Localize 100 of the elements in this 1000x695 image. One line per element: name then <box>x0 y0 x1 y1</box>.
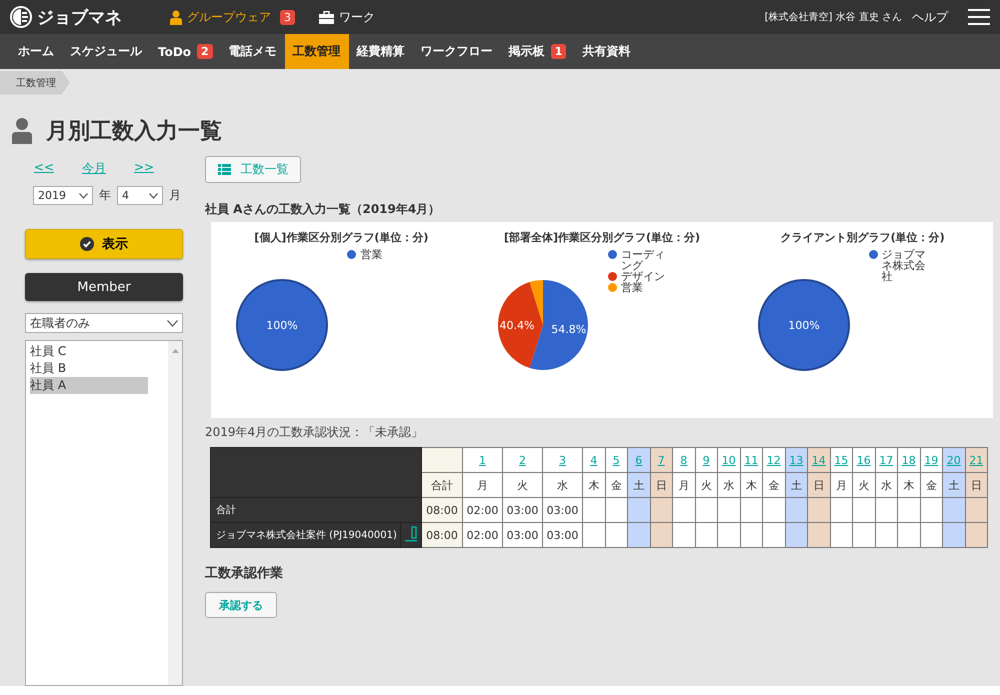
nav-tab[interactable]: スケジュール <box>62 34 150 69</box>
row-header: ジョブマネ株式会社案件 (PJ19040001) <box>210 522 400 548</box>
table-cell <box>740 498 762 522</box>
day-link[interactable]: 7 <box>658 454 665 466</box>
weekday-header: 木 <box>582 472 605 498</box>
legend-label: コーディング <box>621 249 666 271</box>
member-list[interactable]: 社員 C 社員 B 社員 A <box>25 340 183 686</box>
nav-tab[interactable]: ToDo 2 <box>150 34 221 69</box>
table-cell <box>628 498 650 522</box>
table-cell: 03:00 <box>542 498 582 522</box>
table-cell: 02:00 <box>462 522 502 548</box>
work-hours-list-button[interactable]: 工数一覧 <box>205 156 301 183</box>
column-header: 合計 <box>422 472 462 498</box>
approval-heading: 工数承認作業 <box>205 565 283 582</box>
day-link[interactable]: 5 <box>612 454 620 466</box>
weekday-header: 土 <box>785 472 808 498</box>
weekday-header: 水 <box>875 472 898 498</box>
weekday-header: 日 <box>808 472 830 498</box>
chevron-down-icon <box>79 192 88 198</box>
groupware-link[interactable]: グループウェア <box>187 8 271 26</box>
table-cell <box>852 522 875 548</box>
edit-icon[interactable] <box>404 526 418 542</box>
day-link[interactable]: 3 <box>559 454 566 466</box>
weekday-header: 水 <box>542 472 582 498</box>
table-cell: 03:00 <box>502 522 542 548</box>
table-cell <box>965 522 988 548</box>
table-cell <box>785 522 808 548</box>
table-cell <box>875 522 898 548</box>
table-cell <box>672 522 695 548</box>
scroll-up-icon <box>172 349 178 353</box>
work-link[interactable]: ワーク <box>339 8 375 26</box>
slice-label: 40.4% <box>500 319 534 332</box>
nav-tab[interactable]: ホーム <box>10 34 62 69</box>
table-cell <box>628 522 650 548</box>
day-link[interactable]: 6 <box>635 454 642 466</box>
nav-tab[interactable]: 共有資料 <box>574 34 638 69</box>
filter-select[interactable]: 在職者のみ <box>25 313 183 333</box>
table-cell: 03:00 <box>502 498 542 522</box>
table-cell <box>875 498 898 522</box>
weekday-header: 土 <box>942 472 965 498</box>
nav-tab[interactable]: 電話メモ <box>220 34 285 69</box>
day-link[interactable]: 4 <box>590 454 598 466</box>
table-cell <box>852 498 875 522</box>
chart-title: クライアント別グラフ(単位：分) <box>780 230 945 245</box>
table-cell: 08:00 <box>422 522 462 548</box>
nav-tab[interactable]: 経費精算 <box>348 34 413 69</box>
month-select[interactable]: 4 <box>117 186 163 205</box>
table-cell <box>898 522 920 548</box>
weekday-header: 月 <box>672 472 695 498</box>
legend-label: 営業 <box>621 282 643 293</box>
table-cell <box>808 498 830 522</box>
check-circle-icon <box>80 237 94 251</box>
table-cell: 03:00 <box>542 522 582 548</box>
table-cell <box>695 522 718 548</box>
weekday-header: 水 <box>718 472 740 498</box>
member-item[interactable]: 社員 A <box>30 377 148 394</box>
weekday-header: 木 <box>898 472 920 498</box>
person-icon <box>170 10 182 24</box>
table-cell <box>650 522 672 548</box>
day-link[interactable]: 9 <box>702 454 710 466</box>
page-title: 月別工数入力一覧 <box>46 118 222 146</box>
current-month-link[interactable]: 今月 <box>82 160 106 177</box>
nav-tab[interactable]: 掲示板 1 <box>500 34 574 69</box>
next-month-link[interactable]: >> <box>134 160 154 177</box>
weekday-header: 月 <box>830 472 852 498</box>
member-item[interactable]: 社員 C <box>30 343 148 360</box>
slice-label: 100% <box>788 319 820 332</box>
legend-label: ジョブマネ株式会社 <box>882 249 927 282</box>
year-select[interactable]: 2019 <box>33 186 93 205</box>
slice-label: 54.8% <box>551 322 586 336</box>
month-label: 月 <box>169 187 181 204</box>
chart-title: [部署全体]作業区分別グラフ(単位：分) <box>504 230 700 245</box>
weekday-header: 木 <box>740 472 762 498</box>
table-cell <box>582 522 605 548</box>
weekday-header: 日 <box>650 472 672 498</box>
table-cell <box>718 498 740 522</box>
table-cell <box>762 522 785 548</box>
member-item[interactable]: 社員 B <box>30 360 148 377</box>
nav-tab[interactable]: ワークフロー <box>412 34 501 69</box>
previous-month-link[interactable]: << <box>34 160 54 177</box>
app-logo[interactable]: ジョブマネ <box>37 6 122 28</box>
user-name: [株式会社青空] 水谷 直史 さん <box>764 10 902 24</box>
day-link[interactable]: 2 <box>519 454 526 466</box>
notification-badge: 3 <box>280 10 295 24</box>
weekday-header: 火 <box>695 472 718 498</box>
slice-label: 100% <box>266 319 298 332</box>
help-link[interactable]: ヘルプ <box>912 8 948 26</box>
approve-button[interactable]: 承認する <box>205 592 277 618</box>
show-button[interactable]: 表示 <box>25 229 183 259</box>
table-cell <box>650 498 672 522</box>
table-cell <box>942 498 965 522</box>
nav-tab[interactable]: 工数管理 <box>284 34 349 69</box>
table-cell <box>808 522 830 548</box>
day-link[interactable]: 8 <box>680 454 688 466</box>
menu-icon[interactable] <box>968 9 990 25</box>
year-label: 年 <box>99 187 111 204</box>
table-cell: 08:00 <box>422 498 462 522</box>
breadcrumb[interactable]: 工数管理 <box>0 70 70 94</box>
scrollbar[interactable] <box>168 341 182 685</box>
day-link[interactable]: 1 <box>479 454 486 466</box>
